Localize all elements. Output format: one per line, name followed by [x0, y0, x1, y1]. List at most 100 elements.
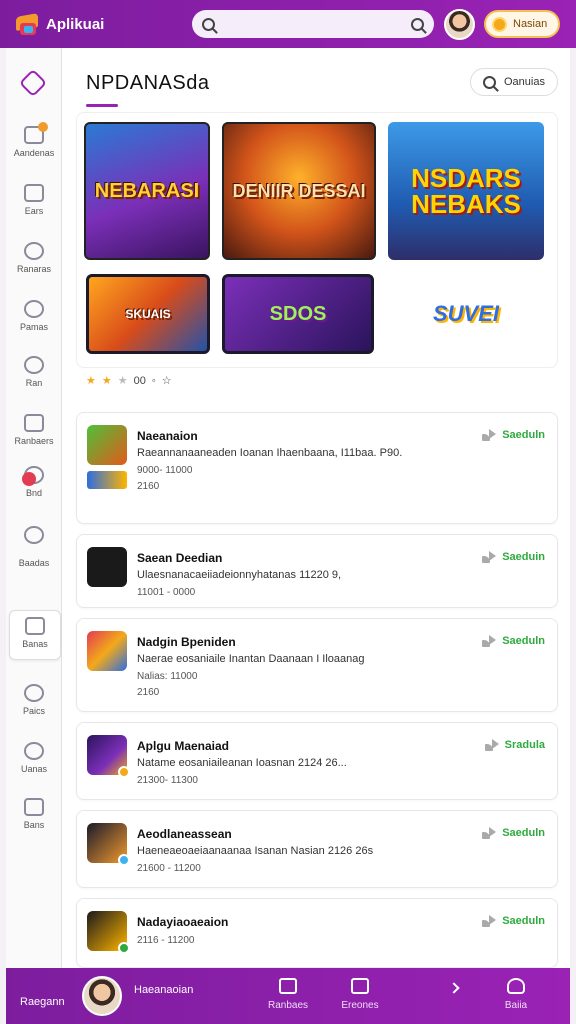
app-meta: 2160 — [137, 481, 160, 492]
main-panel: NPDANASda Oanuias NEBARASI DENIIR DESSAI… — [62, 48, 570, 968]
featured-game-tile[interactable]: NSDARS NEBAKS — [388, 122, 544, 260]
featured-game-tile[interactable]: DENIIR DESSAI — [222, 122, 376, 260]
app-description: Natame eosaniaileanan Ioasnan 2124 26... — [137, 757, 347, 769]
list-item[interactable]: Naeanaion Raeannanaaneaden Ioanan Ihaenb… — [76, 412, 558, 524]
sidebar-item-8[interactable]: Banas — [9, 610, 61, 660]
featured-game-title: SKUAIS — [125, 307, 171, 321]
sidebar-item-label: Aandenas — [13, 148, 55, 158]
search-input[interactable] — [215, 17, 411, 31]
star-outline-icon[interactable]: ☆ — [162, 374, 172, 387]
calendar-icon — [351, 978, 369, 994]
coin-balance-button[interactable]: Nasian — [484, 10, 560, 38]
schedule-button[interactable]: Saeduln — [482, 915, 545, 927]
share-icon — [482, 551, 497, 563]
sidebar-item-3[interactable]: Pamas — [6, 294, 62, 344]
action-label: Saeduln — [502, 429, 545, 441]
search-icon — [202, 17, 215, 31]
app-thumbnail — [87, 735, 130, 778]
schedule-button[interactable]: Saeduln — [482, 429, 545, 441]
list-item[interactable]: Nadgin Bpeniden Naerae eosaniaile Inanta… — [76, 618, 558, 712]
schedule-button[interactable]: Sradula — [484, 739, 545, 751]
gift-icon — [24, 122, 48, 144]
tab-label: Ranbaes — [267, 1000, 309, 1011]
app-name: Aplikuai — [46, 15, 105, 33]
rating-text: 00 — [133, 374, 146, 387]
bottom-bar: Raegann Haeanaoian Ranbaes Ereones Baiia — [6, 968, 570, 1024]
filter-button[interactable]: Oanuias — [470, 68, 558, 96]
app-description: Haeneaeoaeiaanaanaa Isanan Nasian 2126 2… — [137, 845, 374, 857]
share-icon — [482, 635, 497, 647]
sidebar-item-2[interactable]: Ranaras — [6, 236, 62, 286]
sidebar-item-6[interactable]: Bnd — [6, 460, 62, 510]
sidebar: Aandenas Ears Ranaras Pamas Ran Ranbaers… — [6, 48, 62, 968]
featured-grid: NEBARASI DENIIR DESSAI NSDARS NEBAKS SKU… — [76, 112, 556, 402]
profile-name: Haeanaoian — [134, 984, 194, 996]
featured-game-title: DENIIR DESSAI — [232, 181, 366, 201]
action-label: Saeduln — [502, 915, 545, 927]
sidebar-item-7[interactable]: Baadas — [6, 520, 62, 570]
search-bar[interactable] — [192, 10, 434, 38]
sidebar-item-1[interactable]: Ears — [6, 178, 62, 228]
featured-game-title: NEBARASI — [94, 180, 200, 202]
schedule-button[interactable]: Saeduln — [482, 827, 545, 839]
app-thumbnail — [87, 823, 130, 866]
sidebar-item-5[interactable]: Ranbaers — [6, 408, 62, 458]
info-icon[interactable]: ◦ — [152, 375, 156, 387]
search-icon — [24, 742, 44, 760]
sidebar-item-label: Uanas — [20, 764, 47, 774]
featured-game-tile[interactable]: SDOS — [222, 274, 374, 354]
app-meta: 9000- 11000 — [137, 465, 193, 476]
share-icon — [482, 429, 497, 441]
action-label: Saeduln — [502, 827, 545, 839]
app-banner — [87, 471, 127, 489]
chevron-right-icon[interactable] — [448, 982, 460, 994]
app-description: Raeannanaaneaden Ioanan Ihaenbaana, I11b… — [137, 447, 403, 459]
action-label: Saeduin — [502, 551, 545, 563]
app-title: Nadgin Bpeniden — [137, 635, 236, 649]
list-item[interactable]: Saean Deedian Ulaesnanacaeiiadeionnyhata… — [76, 534, 558, 608]
list-icon — [24, 414, 44, 432]
featured-game-tile[interactable]: SKUAIS — [86, 274, 210, 354]
featured-game-tile[interactable]: NEBARASI — [84, 122, 210, 260]
app-description: Ulaesnanacaeiiadeionnyhatanas 11220 9, — [137, 569, 342, 581]
app-thumbnail — [87, 911, 130, 954]
sidebar-item-4[interactable]: Ran — [6, 350, 62, 400]
user-avatar[interactable] — [444, 9, 475, 40]
list-item[interactable]: Aeodlaneassean Haeneaeoaeiaanaanaa Isana… — [76, 810, 558, 888]
sidebar-home-icon[interactable] — [18, 68, 48, 98]
tab-baiia[interactable]: Baiia — [484, 978, 548, 1011]
featured-game-tile[interactable]: SUVEI — [388, 274, 544, 354]
featured-game-title: SDOS — [269, 303, 327, 325]
sidebar-item-9[interactable]: Paics — [6, 678, 62, 728]
schedule-button[interactable]: Saeduin — [482, 551, 545, 563]
schedule-button[interactable]: Saeduln — [482, 635, 545, 647]
tab-ereones[interactable]: Ereones — [328, 978, 392, 1011]
search-submit-icon[interactable] — [411, 17, 424, 31]
star-icon: ★ — [101, 375, 112, 387]
cloud-icon — [24, 526, 44, 544]
sidebar-item-label: Banas — [22, 639, 48, 649]
gift-icon — [279, 978, 297, 994]
app-description: Naerae eosaniaile Inantan Daanaan I Iloa… — [137, 653, 365, 665]
action-label: Sradula — [504, 739, 545, 751]
app-meta: 2116 - 11200 — [137, 935, 195, 946]
sidebar-item-label: Paics — [22, 706, 45, 716]
sidebar-item-11[interactable]: Bans — [6, 792, 62, 842]
app-title: Nadayiaoaeaion — [137, 915, 229, 929]
rating-row: ★ ★ ★ 00 ◦ ☆ — [86, 374, 172, 388]
profile-avatar[interactable] — [82, 976, 122, 1016]
coin-icon — [492, 16, 507, 32]
tab-ranbaes[interactable]: Ranbaes — [256, 978, 320, 1011]
app-thumbnail — [87, 547, 127, 587]
app-logo[interactable]: Aplikuai — [14, 11, 104, 37]
app-title: Aplgu Maenaiad — [137, 739, 230, 753]
coin-label: Nasian — [513, 18, 548, 30]
list-item[interactable]: Nadayiaoaeaion 2116 - 11200 Saeduln — [76, 898, 558, 968]
app-meta: 11001 - 0000 — [137, 587, 196, 598]
sidebar-item-10[interactable]: Uanas — [6, 736, 62, 786]
sidebar-item-0[interactable]: Aandenas — [6, 120, 62, 170]
list-item[interactable]: Aplgu Maenaiad Natame eosaniaileanan Ioa… — [76, 722, 558, 800]
tab-label: Ereones — [341, 1000, 379, 1011]
sidebar-item-label: Bnd — [25, 488, 42, 498]
clock-icon — [24, 300, 44, 318]
